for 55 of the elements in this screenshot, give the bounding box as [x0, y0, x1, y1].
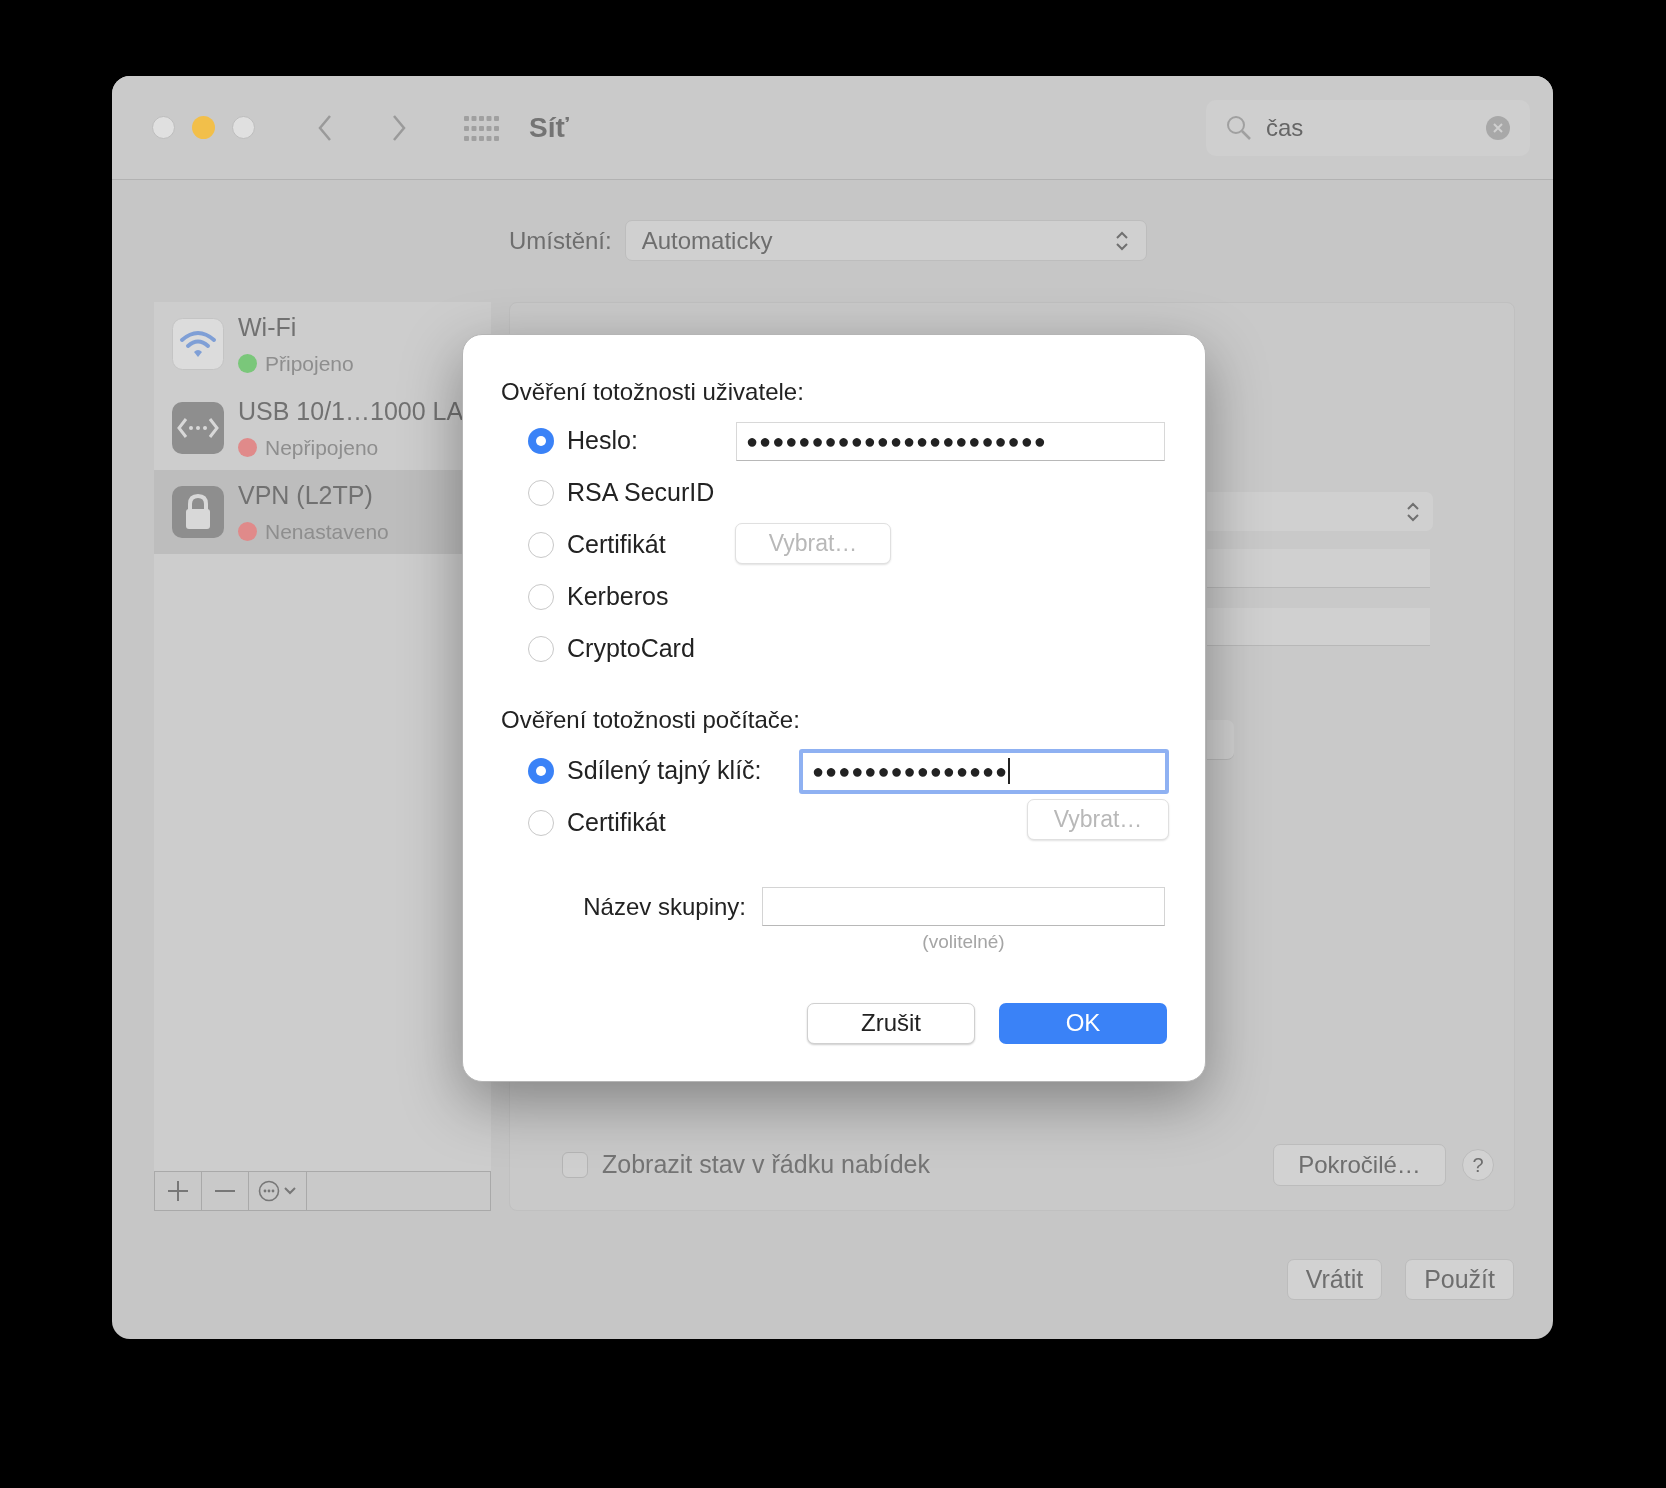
password-field[interactable]: ●●●●●●●●●●●●●●● [799, 748, 1169, 794]
location-label: Umístění: [509, 225, 612, 256]
back-icon[interactable] [317, 113, 333, 142]
search-icon [1226, 114, 1252, 141]
section-heading: Ověření totožnosti uživatele: [501, 377, 805, 407]
input-field[interactable] [1207, 608, 1430, 646]
minus-icon [214, 1189, 236, 1193]
ok-button[interactable]: OK [999, 1002, 1167, 1044]
cancel-button[interactable]: Zrušit [807, 1002, 975, 1044]
network-arrows-icon [172, 402, 224, 454]
radio-label: RSA SecurID [567, 477, 715, 509]
radio-label: Certifikát [567, 807, 666, 839]
radio-button[interactable] [528, 584, 554, 610]
radio-button[interactable] [528, 758, 554, 784]
section-heading: Ověření totožnosti počítače: [501, 705, 801, 735]
zoom-button[interactable] [232, 116, 255, 139]
button[interactable] [1207, 720, 1234, 760]
input-field[interactable] [1207, 549, 1430, 588]
help-button[interactable]: ? [1462, 1149, 1494, 1181]
radio-button[interactable] [528, 480, 554, 506]
connection-status: Připojeno [265, 351, 354, 377]
connection-name: USB 10/1…1000 LA [238, 395, 464, 427]
connection-status: Nepřipojeno [265, 435, 379, 461]
advanced-button[interactable]: Pokročilé… [1273, 1144, 1446, 1186]
grid-icon[interactable] [464, 113, 500, 142]
checkbox-label: Zobrazit stav v řádku nabídek [602, 1149, 930, 1181]
radio-label: Kerberos [567, 581, 669, 613]
close-button[interactable] [152, 116, 175, 139]
chevron-down-icon [283, 1186, 297, 1196]
radio-label: Certifikát [567, 529, 666, 561]
popup-menu[interactable] [1207, 492, 1433, 531]
footer-button[interactable]: Použít [1405, 1259, 1514, 1300]
location-popup[interactable]: Automaticky [624, 220, 1147, 261]
radio-label: Heslo: [567, 425, 638, 457]
search-field[interactable]: čas [1206, 99, 1530, 156]
footer-button[interactable]: Vrátit [1286, 1259, 1383, 1300]
connection-name: Wi-Fi [238, 311, 298, 343]
plus-icon [167, 1180, 189, 1202]
clear-icon[interactable] [1486, 115, 1510, 140]
hint-text: (volitelné) [922, 930, 1005, 954]
radio-label: CryptoCard [567, 633, 695, 665]
lock-icon [172, 486, 224, 538]
ellipsis-circle-icon [258, 1180, 280, 1202]
connection-name: VPN (L2TP) [238, 479, 374, 511]
minimize-button[interactable] [192, 116, 215, 139]
radio-label: Sdílený tajný klíč: [567, 755, 762, 787]
group-name-field[interactable] [762, 887, 1165, 926]
wifi-icon [172, 318, 224, 370]
password-field[interactable]: ●●●●●●●●●●●●●●●●●●●●●●● [736, 421, 1165, 461]
window-title: Síť [529, 110, 569, 145]
group-name-label: Název skupiny: [582, 891, 746, 922]
radio-button[interactable] [528, 636, 554, 662]
forward-icon[interactable] [391, 113, 407, 142]
radio-button[interactable] [528, 428, 554, 454]
checkbox[interactable] [562, 1152, 588, 1178]
